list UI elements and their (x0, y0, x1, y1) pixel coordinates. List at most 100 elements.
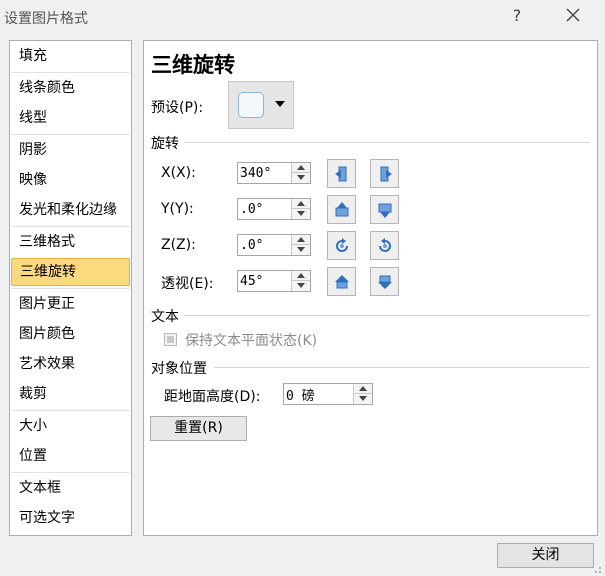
arrow-up-icon (359, 386, 367, 391)
decrement-button[interactable] (354, 394, 372, 404)
y-rotation-input[interactable] (240, 200, 288, 218)
decrement-button[interactable] (292, 209, 310, 219)
z-rotation-stepper[interactable] (237, 234, 311, 256)
section-divider (184, 142, 590, 143)
chevron-down-icon (275, 101, 285, 107)
rotate-right-button[interactable] (370, 159, 399, 188)
nav-item-text-box[interactable]: 文本框 (11, 474, 130, 502)
resize-grip-icon[interactable] (594, 566, 602, 574)
arrow-up-icon (297, 201, 305, 206)
nav-item-position[interactable]: 位置 (11, 442, 130, 470)
nav-item-picture-corrections[interactable]: 图片更正 (11, 290, 130, 318)
section-divider (184, 315, 590, 316)
z-rotation-label: Z(Z): (161, 237, 196, 253)
pane-title: 三维旋转 (151, 53, 235, 77)
arrow-down-icon (297, 247, 305, 252)
rotate-clockwise-icon (379, 238, 391, 252)
increment-button[interactable] (292, 271, 310, 281)
arrow-down-icon (297, 175, 305, 180)
nav-item-alt-text[interactable]: 可选文字 (11, 504, 130, 532)
rotate-up-button[interactable] (327, 195, 356, 224)
preset-preview-icon (238, 92, 264, 118)
perspective-decrease-icon (335, 275, 349, 289)
close-icon[interactable] (560, 4, 586, 28)
decrement-button[interactable] (292, 281, 310, 291)
nav-separator (11, 72, 130, 73)
x-rotation-label: X(X): (161, 165, 196, 181)
nav-item-fill[interactable]: 填充 (11, 42, 130, 70)
stepper-buttons (291, 235, 310, 255)
rotate-counterclockwise-icon (336, 238, 348, 252)
nav-item-crop[interactable]: 裁剪 (11, 380, 130, 408)
distance-from-ground-label: 距地面高度(D): (164, 389, 261, 405)
arrow-up-icon (297, 273, 305, 278)
y-rotation-label: Y(Y): (161, 201, 194, 217)
keep-text-flat-checkbox[interactable] (164, 333, 177, 346)
stepper-buttons (353, 384, 372, 404)
rotate-down-icon (378, 203, 392, 218)
distance-from-ground-input[interactable] (286, 385, 352, 403)
nav-separator (11, 472, 130, 473)
decrement-button[interactable] (292, 245, 310, 255)
keep-text-flat-label: 保持文本平面状态(K) (185, 333, 318, 349)
nav-separator (11, 226, 130, 227)
arrow-down-icon (297, 211, 305, 216)
distance-from-ground-stepper[interactable] (283, 383, 373, 405)
nav-item-3d-rotation[interactable]: 三维旋转 (11, 258, 130, 286)
increment-button[interactable] (354, 384, 372, 394)
arrow-down-icon (359, 396, 367, 401)
z-rotation-input[interactable] (240, 236, 288, 254)
perspective-decrease-button[interactable] (327, 267, 356, 296)
stepper-buttons (291, 271, 310, 291)
increment-button[interactable] (292, 163, 310, 173)
nav-separator (11, 288, 130, 289)
nav-item-shadow[interactable]: 阴影 (11, 136, 130, 164)
preset-dropdown[interactable] (228, 81, 294, 129)
x-rotation-input[interactable] (240, 164, 288, 182)
help-button[interactable]: ? (506, 5, 528, 27)
increment-button[interactable] (292, 199, 310, 209)
y-rotation-stepper[interactable] (237, 198, 311, 220)
rotate-left-icon (335, 166, 347, 182)
nav-item-glow-soft-edges[interactable]: 发光和柔化边缘 (11, 196, 130, 224)
nav-item-3d-format[interactable]: 三维格式 (11, 228, 130, 256)
nav-item-artistic-effects[interactable]: 艺术效果 (11, 350, 130, 378)
section-divider (214, 367, 590, 368)
rotate-right-icon (380, 166, 392, 182)
increment-button[interactable] (292, 235, 310, 245)
object-position-section-label: 对象位置 (151, 361, 207, 377)
stepper-buttons (291, 163, 310, 183)
nav-separator (11, 134, 130, 135)
perspective-increase-button[interactable] (370, 267, 399, 296)
rotate-counterclockwise-button[interactable] (327, 231, 356, 260)
nav-separator (11, 410, 130, 411)
decrement-button[interactable] (292, 173, 310, 183)
reset-button[interactable]: 重置(R) (150, 416, 247, 441)
arrow-down-icon (297, 283, 305, 288)
nav-item-picture-color[interactable]: 图片颜色 (11, 320, 130, 348)
category-nav: 填充 线条颜色 线型 阴影 映像 发光和柔化边缘 三维格式 三维旋转 图片更正 … (9, 40, 132, 536)
x-rotation-stepper[interactable] (237, 162, 311, 184)
settings-pane: 三维旋转 预设(P): 旋转 X(X): Y(Y): (143, 40, 598, 536)
perspective-input[interactable] (240, 272, 288, 290)
perspective-increase-icon (378, 275, 392, 289)
checkbox-indeterminate-mark (167, 336, 174, 343)
arrow-up-icon (297, 165, 305, 170)
preset-label: 预设(P): (151, 100, 204, 116)
arrow-up-icon (297, 237, 305, 242)
rotate-down-button[interactable] (370, 195, 399, 224)
perspective-label: 透视(E): (161, 276, 214, 292)
close-button[interactable]: 关闭 (497, 543, 594, 568)
rotate-clockwise-button[interactable] (370, 231, 399, 260)
rotation-section-label: 旋转 (151, 136, 179, 152)
rotate-up-icon (335, 202, 349, 217)
nav-item-reflection[interactable]: 映像 (11, 166, 130, 194)
nav-item-line-color[interactable]: 线条颜色 (11, 74, 130, 102)
perspective-stepper[interactable] (237, 270, 311, 292)
nav-item-size[interactable]: 大小 (11, 412, 130, 440)
stepper-buttons (291, 199, 310, 219)
rotate-left-button[interactable] (327, 159, 356, 188)
nav-item-line-style[interactable]: 线型 (11, 104, 130, 132)
title-bar: 设置图片格式 ? (0, 0, 605, 34)
dialog-title: 设置图片格式 (4, 11, 88, 27)
